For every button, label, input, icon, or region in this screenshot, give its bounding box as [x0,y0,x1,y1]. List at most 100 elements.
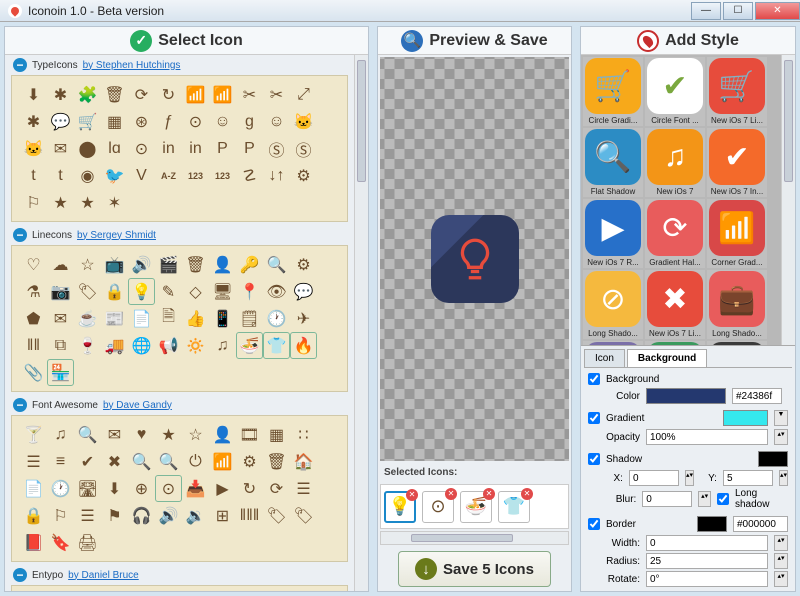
glyph-icon[interactable]: ✂ [263,81,290,108]
style-item[interactable]: ⊘Long Shado... [583,270,643,339]
pinterest-icon[interactable]: P [209,135,236,162]
style-item[interactable]: ✉ [645,341,705,345]
style-item[interactable]: 🛒Circle Gradi... [583,57,643,126]
refresh-icon[interactable]: ⟳ [263,475,290,502]
glyph-icon[interactable]: in [182,135,209,162]
user-icon[interactable]: 👤 [209,251,236,278]
style-item[interactable]: ♫New iOs 7 [645,128,705,197]
truck-icon[interactable]: 🚚 [101,332,128,359]
headphone-icon[interactable]: 🎧 [128,502,155,529]
glyph-icon[interactable]: ⊙ [128,135,155,162]
tshirt-icon[interactable]: 👕 [263,332,290,359]
volume-icon[interactable]: 🔊 [128,251,155,278]
zoom-out-icon[interactable]: 🔍 [155,448,182,475]
style-item[interactable]: ⟳Gradient Hal... [645,199,705,268]
film-icon[interactable]: 🎞 [236,421,263,448]
trash-icon[interactable]: 🗑 [182,251,209,278]
lock-icon[interactable]: 🔒 [20,502,47,529]
author-link[interactable]: by Dave Gandy [103,400,172,411]
signal-icon[interactable]: 📶 [209,448,236,475]
phone-icon[interactable]: 📱 [209,305,236,332]
list-icon[interactable]: ≡ [47,448,74,475]
glyph-icon[interactable]: ✱ [47,81,74,108]
az-icon[interactable]: A-Z [155,162,182,189]
vimeo-icon[interactable]: V [128,162,155,189]
music-icon[interactable]: ♫ [47,421,74,448]
docs-icon[interactable]: 🗎 [155,305,182,332]
lock-icon[interactable]: 🔒 [101,278,128,305]
gradient-checkbox[interactable] [588,412,600,424]
tag-icon[interactable]: 🏷 [74,278,101,305]
glyph-icon[interactable]: ⚙ [290,162,317,189]
glyph-icon[interactable]: ⧉ [47,332,74,359]
border-radius-field[interactable] [646,553,768,569]
bubble-icon[interactable]: 💬 [290,278,317,305]
glyph-icon[interactable]: ‖‖ [20,332,47,359]
tag-icon[interactable]: 🏷 [263,502,290,529]
glyph-icon[interactable]: P [236,135,263,162]
clock-icon[interactable]: 🕐 [263,305,290,332]
heart-icon[interactable]: ♥ [128,421,155,448]
pen-icon[interactable]: ✎ [155,278,182,305]
num-icon[interactable]: 123 [209,162,236,189]
power-icon[interactable]: ⏻ [182,448,209,475]
iconset-header-entypo[interactable]: − Entypo by Daniel Bruce [5,565,354,585]
glyph-icon[interactable]: ✶ [101,189,128,216]
glyph-icon[interactable]: 🗑 [101,81,128,108]
color-field[interactable] [732,388,782,404]
glyph-icon[interactable]: ↻ [155,81,182,108]
glyph-icon[interactable]: lɑ [101,135,128,162]
close-button[interactable]: ✕ [755,2,800,20]
glyph-icon[interactable]: ⚐ [20,189,47,216]
play-icon[interactable]: ▶ [209,475,236,502]
trash-icon[interactable]: 🗑 [263,448,290,475]
style-item[interactable]: 📶Corner Grad... [707,199,767,268]
download-icon[interactable]: ⬇ [101,475,128,502]
glass-icon[interactable]: 🍸 [20,421,47,448]
glyph-icon[interactable]: ✱ [20,108,47,135]
close-icon[interactable]: ✖ [101,448,128,475]
note-icon[interactable]: 🗒 [236,305,263,332]
star-icon[interactable]: ☆ [74,251,101,278]
iconset-header-fa[interactable]: − Font Awesome by Dave Gandy [5,395,354,415]
scissors-icon[interactable]: ✂ [236,81,263,108]
style-item[interactable]: 💼Long Shado... [707,270,767,339]
eye-icon[interactable]: 👁 [263,278,290,305]
rotate-field[interactable] [646,571,768,587]
collapse-icon[interactable]: − [13,568,27,582]
gradient-dropdown[interactable]: ▼ [774,410,788,426]
camera-icon[interactable]: 📷 [47,278,74,305]
inbox-icon[interactable]: 📥 [182,475,209,502]
glyph-icon[interactable]: ✉ [47,135,74,162]
zoom-in-icon[interactable]: 🔍 [128,448,155,475]
search-icon[interactable]: 🔍 [74,421,101,448]
glyph-icon[interactable]: ⚗ [20,278,47,305]
cup-icon[interactable]: ☕ [74,305,101,332]
style-item[interactable]: ✔New iOs 7 In... [707,128,767,197]
glyph-icon[interactable]: 📶 [209,81,236,108]
style-item[interactable]: ▶New iOs 7 R... [583,199,643,268]
opacity-field[interactable] [646,429,768,445]
shadow-checkbox[interactable] [588,453,600,465]
shadow-blur-field[interactable] [642,491,692,507]
skype-icon[interactable]: Ⓢ [263,135,290,162]
glyph-icon[interactable]: ⚐ [47,502,74,529]
selected-thumb[interactable]: 💡✕ [384,491,416,523]
heart-icon[interactable]: ♡ [20,251,47,278]
style-item[interactable]: 🔍Flat Shadow [583,128,643,197]
diamond-icon[interactable]: ◇ [182,278,209,305]
plane-icon[interactable]: ✈ [290,305,317,332]
iconset-header-linecons[interactable]: − Linecons by Sergey Shmidt [5,225,354,245]
border-swatch[interactable] [697,516,727,532]
iconset-header-typeicons[interactable]: − TypeIcons by Stephen Hutchings [5,55,354,75]
maximize-button[interactable]: ☐ [723,2,753,20]
print-icon[interactable]: 🖨 [74,529,101,556]
glyph-icon[interactable]: ⊙ [182,108,209,135]
opacity-stepper[interactable]: ▴▾ [774,429,788,445]
volume-icon[interactable]: 🔉 [182,502,209,529]
glyph-icon[interactable]: ★ [74,189,101,216]
glyph-icon[interactable]: ✉ [47,305,74,332]
glyph-icon[interactable]: ⤢ [290,81,317,108]
home-icon[interactable]: 🏠 [290,448,317,475]
glyph-icon[interactable]: ⬇ [20,81,47,108]
